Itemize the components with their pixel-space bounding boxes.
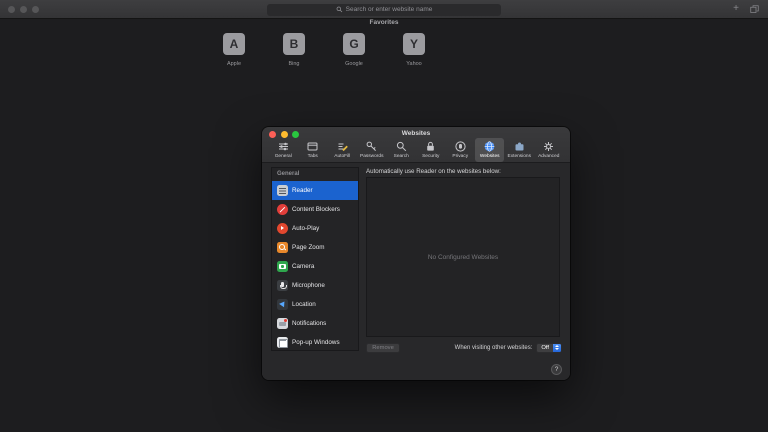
favicon-tile: Y [403,33,425,55]
content-blockers-icon [277,204,288,215]
preferences-window: Websites General Tabs [262,127,570,380]
tab-label: Security [422,154,439,159]
sidebar-section-header: General [272,168,358,181]
zoom-button[interactable] [32,6,39,13]
new-tab-button[interactable]: + [733,4,739,14]
window-title: Websites [262,130,570,137]
sidebar-item-notifications[interactable]: Notifications [272,314,358,333]
tab-advanced[interactable]: Advanced [534,138,563,162]
sidebar-item-label: Notifications [292,320,326,327]
search-icon [395,140,408,153]
tab-label: AutoFill [334,154,350,159]
preferences-body: General Reader Content Blockers Auto-Pla… [262,163,570,380]
preferences-toolbar: General Tabs AutoFill [262,138,570,163]
tab-general[interactable]: General [269,138,298,162]
address-search-field[interactable]: Search or enter website name [267,4,501,16]
tab-security[interactable]: Security [416,138,445,162]
tabs-icon [306,140,319,153]
empty-state-text: No Configured Websites [428,254,498,261]
dropdown-stepper-icon [553,344,561,352]
sidebar-item-label: Pop-up Windows [292,339,340,346]
notifications-icon [277,318,288,329]
advanced-gear-icon [542,140,555,153]
sidebar-item-label: Auto-Play [292,225,319,232]
favicon-tile: B [283,33,305,55]
help-button[interactable]: ? [551,364,562,375]
tab-label: Extensions [508,154,531,159]
general-icon [277,140,290,153]
location-icon [277,299,288,310]
favorites-row: A Apple B Bing G Google Y Yahoo [223,33,425,67]
sidebar-item-label: Location [292,301,316,308]
extensions-puzzle-icon [513,140,526,153]
sidebar-item-label: Reader [292,187,313,194]
browser-toolbar: Search or enter website name + [0,0,768,19]
popup-windows-icon [277,337,288,348]
tab-label: General [275,154,292,159]
preferences-titlebar: Websites General Tabs [262,127,570,163]
tab-tabs[interactable]: Tabs [298,138,327,162]
camera-icon [277,261,288,272]
sidebar-item-popup-windows[interactable]: Pop-up Windows [272,333,358,352]
sidebar-item-label: Content Blockers [292,206,340,213]
tab-label: Tabs [308,154,318,159]
search-placeholder: Search or enter website name [346,6,433,13]
tab-privacy[interactable]: Privacy [446,138,475,162]
favorite-label: Apple [227,61,241,67]
bottom-controls: Remove When visiting other websites: Off [366,342,562,353]
minimize-button[interactable] [20,6,27,13]
dropdown-value: Off [537,344,553,352]
page-zoom-icon [277,242,288,253]
microphone-icon [277,280,288,291]
sidebar-item-reader[interactable]: Reader [272,181,358,200]
tab-autofill[interactable]: AutoFill [328,138,357,162]
passwords-icon [365,140,378,153]
sidebar-item-label: Microphone [292,282,325,289]
tab-overview-icon[interactable] [750,5,759,14]
favorite-bing[interactable]: B Bing [283,33,305,67]
favicon-tile: A [223,33,245,55]
tab-extensions[interactable]: Extensions [505,138,534,162]
websites-globe-icon [483,140,496,153]
favorite-label: Google [345,61,363,67]
auto-play-icon [277,223,288,234]
remove-button[interactable]: Remove [366,343,400,353]
autofill-icon [336,140,349,153]
sidebar-item-auto-play[interactable]: Auto-Play [272,219,358,238]
tab-label: Websites [480,154,500,159]
tab-passwords[interactable]: Passwords [357,138,386,162]
other-websites-label: When visiting other websites: [455,345,533,351]
tab-label: Passwords [360,154,383,159]
tab-label: Advanced [538,154,559,159]
reader-caption: Automatically use Reader on the websites… [366,168,501,175]
search-icon [336,6,343,13]
sidebar-item-location[interactable]: Location [272,295,358,314]
tab-search[interactable]: Search [387,138,416,162]
tab-websites[interactable]: Websites [475,138,504,162]
favorite-google[interactable]: G Google [343,33,365,67]
close-button[interactable] [8,6,15,13]
sidebar-item-page-zoom[interactable]: Page Zoom [272,238,358,257]
tab-label: Search [394,154,409,159]
browser-traffic-lights [8,6,39,13]
privacy-hand-icon [454,140,467,153]
tab-label: Privacy [452,154,468,159]
reader-icon [277,185,288,196]
sidebar-item-label: Camera [292,263,314,270]
favorite-yahoo[interactable]: Y Yahoo [403,33,425,67]
favorite-label: Bing [288,61,299,67]
other-websites-dropdown[interactable]: Off [536,343,562,353]
favorite-label: Yahoo [406,61,422,67]
favorites-heading: Favorites [0,19,768,26]
configured-websites-list[interactable]: No Configured Websites [366,177,560,337]
favicon-tile: G [343,33,365,55]
sidebar-item-camera[interactable]: Camera [272,257,358,276]
sidebar-item-microphone[interactable]: Microphone [272,276,358,295]
sidebar-item-content-blockers[interactable]: Content Blockers [272,200,358,219]
websites-sidebar: General Reader Content Blockers Auto-Pla… [271,167,359,351]
security-lock-icon [424,140,437,153]
sidebar-item-label: Page Zoom [292,244,325,251]
favorite-apple[interactable]: A Apple [223,33,245,67]
